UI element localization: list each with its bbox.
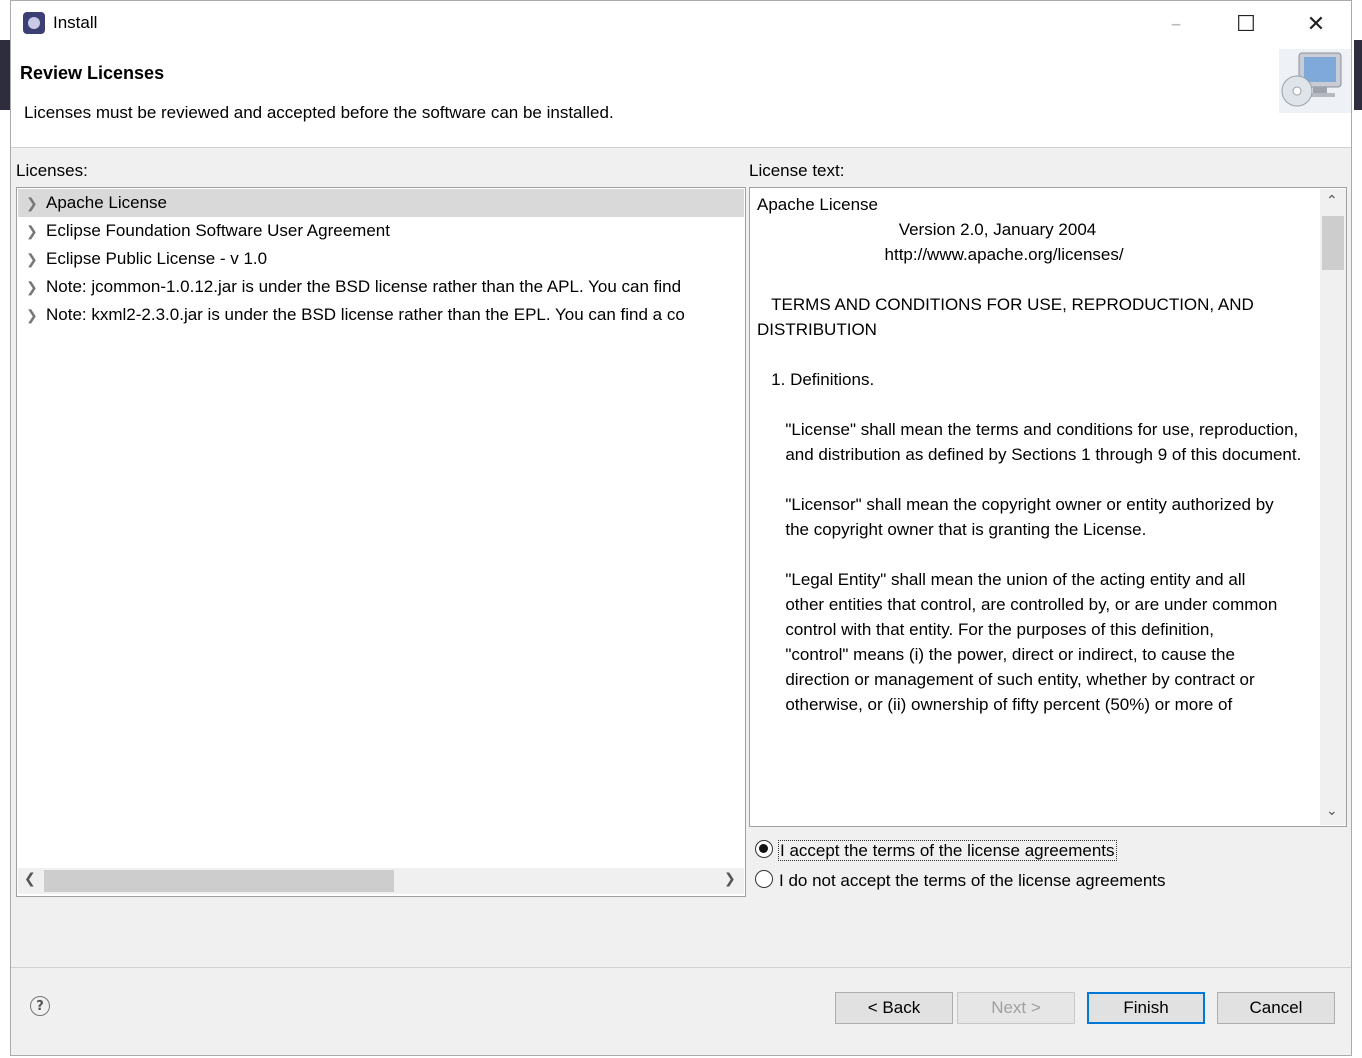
scroll-up-icon[interactable]: ⌃ xyxy=(1326,193,1338,209)
page-title: Review Licenses xyxy=(20,63,165,83)
license-text-content: Apache License Version 2.0, January 2004… xyxy=(757,195,1302,714)
license-tree-item-label: Apache License xyxy=(46,193,167,212)
cancel-button[interactable]: Cancel xyxy=(1217,992,1335,1024)
vertical-scrollbar[interactable]: ⌃ ⌄ xyxy=(1320,189,1346,825)
help-icon[interactable]: ? xyxy=(30,996,50,1016)
licenses-label: Licenses: xyxy=(16,161,88,180)
finish-button[interactable]: Finish xyxy=(1087,992,1205,1024)
license-tree-item-label: Note: kxml2-2.3.0.jar is under the BSD l… xyxy=(46,305,685,324)
decline-label[interactable]: I do not accept the terms of the license… xyxy=(779,871,1166,891)
title-bar: Install – ☐ ✕ xyxy=(11,1,1351,47)
chevron-right-icon[interactable]: ❯ xyxy=(26,273,40,301)
scroll-left-icon[interactable]: ❮ xyxy=(24,871,36,887)
decline-radio[interactable] xyxy=(755,870,773,888)
chevron-right-icon[interactable]: ❯ xyxy=(26,301,40,329)
chevron-right-icon[interactable]: ❯ xyxy=(26,217,40,245)
license-text-area[interactable]: Apache License Version 2.0, January 2004… xyxy=(749,187,1347,827)
page-description: Licenses must be reviewed and accepted b… xyxy=(24,103,614,122)
close-button[interactable]: ✕ xyxy=(1281,1,1351,47)
back-button[interactable]: < Back xyxy=(835,992,953,1024)
license-tree-item[interactable]: ❯ Eclipse Public License - v 1.0 xyxy=(18,245,744,273)
computer-cd-icon xyxy=(1279,49,1351,113)
window-title: Install xyxy=(53,13,98,32)
scroll-down-icon[interactable]: ⌄ xyxy=(1326,803,1338,819)
license-tree-item[interactable]: ❯ Apache License xyxy=(18,189,744,217)
maximize-button[interactable]: ☐ xyxy=(1211,1,1281,47)
scroll-right-icon[interactable]: ❯ xyxy=(724,871,736,887)
wizard-header: Review Licenses Licenses must be reviewe… xyxy=(11,47,1351,148)
next-button[interactable]: Next > xyxy=(957,992,1075,1024)
background-app-edge-right xyxy=(1354,40,1362,110)
license-tree-item-label: Eclipse Public License - v 1.0 xyxy=(46,249,268,268)
footer-separator xyxy=(11,967,1351,968)
chevron-right-icon[interactable]: ❯ xyxy=(26,245,40,273)
accept-radio[interactable] xyxy=(755,840,773,858)
license-tree-item-label: Note: jcommon-1.0.12.jar is under the BS… xyxy=(46,277,682,296)
eclipse-icon xyxy=(23,12,45,34)
scrollbar-thumb[interactable] xyxy=(44,870,394,892)
accept-label[interactable]: I accept the terms of the license agreem… xyxy=(778,840,1117,861)
license-tree-item-label: Eclipse Foundation Software User Agreeme… xyxy=(46,221,390,240)
license-tree-item[interactable]: ❯ Eclipse Foundation Software User Agreem… xyxy=(18,217,744,245)
license-tree-item[interactable]: ❯ Note: jcommon-1.0.12.jar is under the B… xyxy=(18,273,744,301)
horizontal-scrollbar[interactable]: ❮ ❯ xyxy=(18,868,744,894)
chevron-right-icon[interactable]: ❯ xyxy=(26,189,40,217)
install-dialog: Install – ☐ ✕ Review Licenses Licenses m… xyxy=(10,0,1352,1056)
license-text-label: License text: xyxy=(749,161,845,180)
license-tree-item[interactable]: ❯ Note: kxml2-2.3.0.jar is under the BSD … xyxy=(18,301,744,329)
scrollbar-thumb[interactable] xyxy=(1322,216,1344,270)
licenses-tree[interactable]: ❯ Apache License ❯ Eclipse Foundation Softw… xyxy=(16,187,746,897)
minimize-button[interactable]: – xyxy=(1141,1,1211,47)
